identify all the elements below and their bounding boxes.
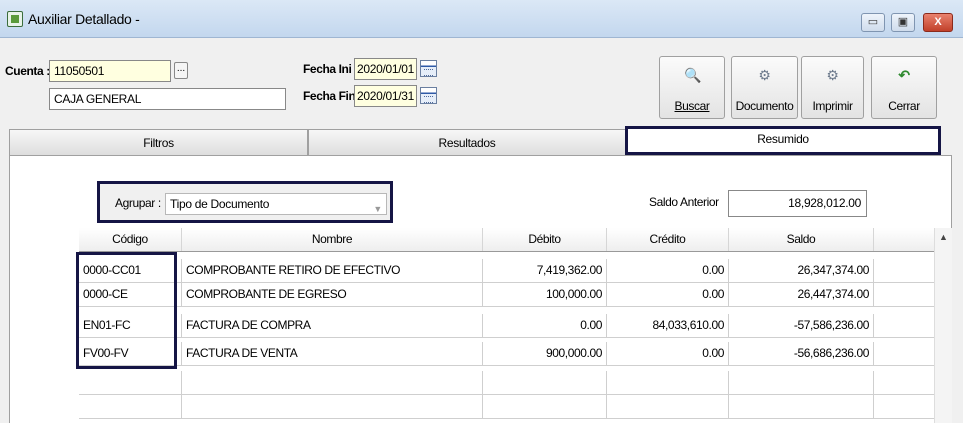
document-icon: ⚙	[758, 67, 771, 83]
tab-filtros[interactable]: Filtros	[9, 129, 308, 156]
printer-icon: ⚙	[826, 67, 839, 83]
imprimir-label: Imprimir	[812, 99, 853, 113]
empty-cell	[729, 395, 874, 418]
maximize-button[interactable]: ▣	[891, 13, 915, 32]
agrupar-select[interactable]: Tipo de Documento ▼	[165, 193, 387, 215]
empty-cell	[483, 395, 607, 418]
tab-resultados[interactable]: Resultados	[308, 129, 626, 156]
buscar-button[interactable]: 🔍 Buscar	[659, 56, 725, 119]
empty-row	[79, 371, 934, 395]
table-row[interactable]: 0000-CC01 COMPROBANTE RETIRO DE EFECTIVO…	[79, 259, 934, 283]
cell-debito: 900,000.00	[483, 342, 607, 365]
cell-nombre: COMPROBANTE DE EGRESO	[182, 283, 483, 306]
title-bar: Auxiliar Detallado - ▭ ▣ X	[0, 0, 963, 38]
empty-cell	[607, 395, 729, 418]
header-nombre[interactable]: Nombre	[182, 228, 483, 251]
saldo-anterior-value: 18,928,012.00	[728, 190, 867, 217]
empty-cell	[182, 371, 483, 394]
exit-arrow-icon: ↶	[898, 67, 910, 83]
cerrar-button[interactable]: ↶ Cerrar	[871, 56, 937, 119]
cerrar-label: Cerrar	[888, 99, 920, 113]
browse-account-button[interactable]: ...	[174, 62, 188, 79]
cuenta-name-field: CAJA GENERAL	[49, 88, 286, 110]
cell-credito: 0.00	[607, 283, 729, 306]
buscar-label: Buscar	[674, 99, 710, 113]
cell-saldo: 26,447,374.00	[729, 283, 874, 306]
table-row[interactable]: FV00-FV FACTURA DE VENTA 900,000.00 0.00…	[79, 342, 934, 366]
codigo-highlight	[76, 252, 177, 369]
header-credito[interactable]: Crédito	[607, 228, 729, 251]
scroll-up-icon[interactable]: ▲	[939, 232, 948, 242]
empty-cell	[729, 371, 874, 394]
cell-debito: 7,419,362.00	[483, 259, 607, 282]
fecha-ini-input[interactable]: 2020/01/01	[354, 58, 417, 80]
window-title: Auxiliar Detallado -	[28, 11, 140, 27]
chevron-down-icon[interactable]: ▼	[373, 199, 382, 219]
cell-debito: 100,000.00	[483, 283, 607, 306]
header-debito[interactable]: Débito	[483, 228, 607, 251]
tab-resumido[interactable]: Resumido	[625, 126, 941, 155]
cell-credito: 84,033,610.00	[607, 314, 729, 337]
documento-label: Documento	[735, 99, 794, 113]
cell-nombre: COMPROBANTE RETIRO DE EFECTIVO	[182, 259, 483, 282]
agrupar-label: Agrupar :	[115, 196, 161, 210]
empty-cell	[483, 371, 607, 394]
cuenta-label: Cuenta :	[5, 64, 50, 78]
empty-row	[79, 395, 934, 419]
table-row[interactable]: 0000-CE COMPROBANTE DE EGRESO 100,000.00…	[79, 283, 934, 307]
cell-saldo: 26,347,374.00	[729, 259, 874, 282]
header-saldo[interactable]: Saldo	[729, 228, 874, 251]
close-window-button[interactable]: X	[923, 13, 953, 32]
table-header: Código Nombre Débito Crédito Saldo	[79, 228, 934, 252]
fecha-ini-label: Fecha Ini :	[303, 62, 358, 76]
cell-credito: 0.00	[607, 342, 729, 365]
magnifier-icon: 🔍	[684, 67, 702, 83]
cell-credito: 0.00	[607, 259, 729, 282]
header-codigo[interactable]: Código	[79, 228, 182, 251]
table-row[interactable]: EN01-FC FACTURA DE COMPRA 0.00 84,033,61…	[79, 314, 934, 338]
cuenta-code-input[interactable]: 11050501	[49, 60, 171, 82]
imprimir-button[interactable]: ⚙ Imprimir	[801, 56, 864, 119]
app-icon	[7, 11, 23, 27]
calendar-fin-icon[interactable]	[420, 87, 437, 104]
documento-button[interactable]: ⚙ Documento	[731, 56, 798, 119]
empty-cell	[607, 371, 729, 394]
minimize-button[interactable]: ▭	[861, 13, 885, 32]
cell-saldo: -57,586,236.00	[729, 314, 874, 337]
agrupar-value: Tipo de Documento	[170, 197, 270, 211]
empty-cell	[182, 395, 483, 418]
cell-debito: 0.00	[483, 314, 607, 337]
vertical-scrollbar[interactable]: ▲	[934, 228, 952, 423]
calendar-ini-icon[interactable]	[420, 60, 437, 77]
cell-nombre: FACTURA DE COMPRA	[182, 314, 483, 337]
cell-saldo: -56,686,236.00	[729, 342, 874, 365]
saldo-anterior-label: Saldo Anterior	[649, 195, 719, 209]
fecha-fin-input[interactable]: 2020/01/31	[354, 85, 417, 107]
empty-cell	[79, 395, 182, 418]
cell-nombre: FACTURA DE VENTA	[182, 342, 483, 365]
empty-cell	[79, 371, 182, 394]
